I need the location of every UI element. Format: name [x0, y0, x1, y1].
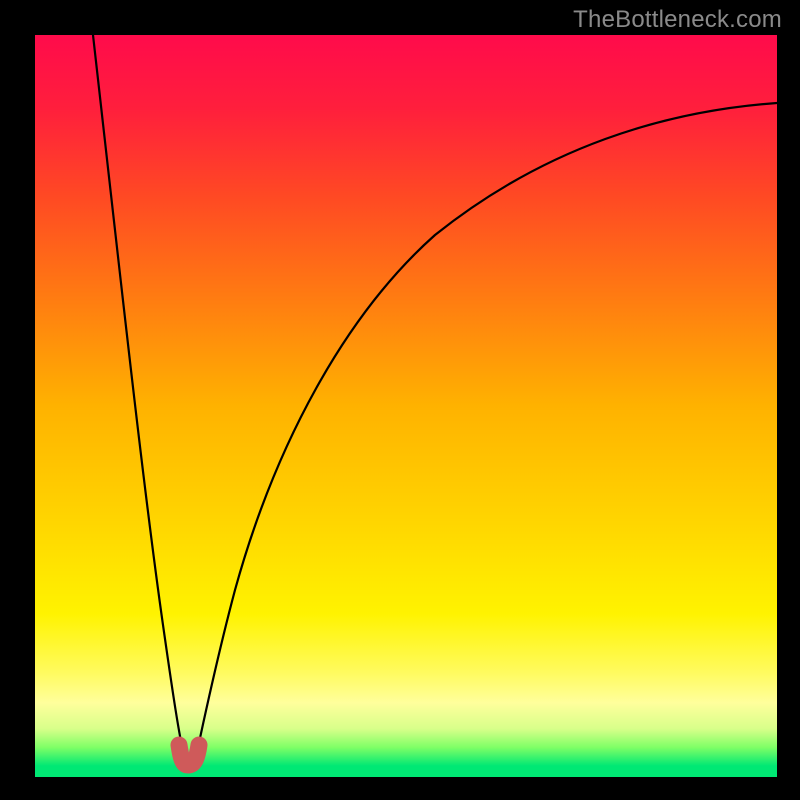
plot-area	[35, 35, 777, 777]
watermark-text: TheBottleneck.com	[573, 6, 782, 34]
bottleneck-curve	[35, 35, 777, 777]
curve-right-branch	[195, 103, 777, 761]
optimum-marker	[179, 745, 199, 765]
chart-frame: TheBottleneck.com	[0, 0, 800, 800]
curve-left-branch	[93, 35, 185, 761]
